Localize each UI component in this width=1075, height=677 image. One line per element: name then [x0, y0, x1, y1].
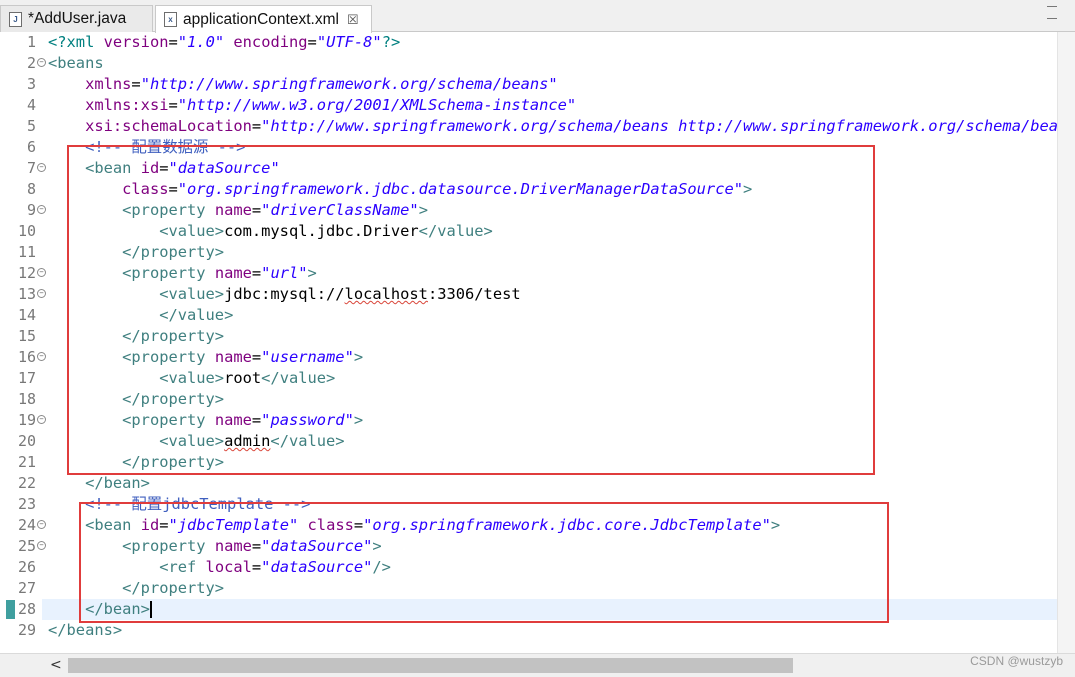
- fold-toggle-icon[interactable]: −: [37, 205, 46, 214]
- line-number: 2: [26, 54, 36, 72]
- line-number: 7: [26, 159, 36, 177]
- code-token: "UTF-8": [316, 33, 382, 51]
- code-text: xsi:schemaLocation="http://www.springfra…: [48, 116, 1057, 137]
- watermark: CSDN @wustzyb: [970, 654, 1063, 668]
- code-line[interactable]: 2− <beans: [0, 53, 1057, 74]
- code-token: =: [168, 33, 178, 51]
- code-line[interactable]: 1 <?xml version="1.0" encoding="UTF-8"?>: [0, 32, 1057, 53]
- line-number: 14: [17, 306, 36, 324]
- tab-adduser-java[interactable]: J *AddUser.java: [0, 5, 153, 32]
- tab-label: applicationContext.xml: [183, 10, 339, 28]
- code-token: xsi:schemaLocation: [85, 117, 252, 135]
- code-token: </beans>: [48, 621, 123, 639]
- code-token: "http://www.springframework.org/schema/b…: [261, 117, 1057, 135]
- line-number: 15: [17, 327, 36, 345]
- datasource-highlight-box: [67, 145, 875, 475]
- code-line[interactable]: 22 </bean>: [0, 473, 1057, 494]
- fold-toggle-icon[interactable]: −: [37, 415, 46, 424]
- horizontal-scrollbar[interactable]: <: [0, 653, 1075, 677]
- xml-file-icon: x: [164, 12, 177, 27]
- code-token: xmlns:xsi: [85, 96, 169, 114]
- code-token: "http://www.w3.org/2001/XMLSchema-instan…: [177, 96, 577, 114]
- code-text: </bean>: [48, 473, 150, 494]
- code-token: <beans: [48, 54, 104, 72]
- fold-toggle-icon[interactable]: −: [37, 268, 46, 277]
- line-number: 28: [17, 600, 36, 618]
- vertical-scrollbar[interactable]: [1057, 32, 1075, 653]
- code-token: xmlns: [85, 75, 132, 93]
- tab-label: *AddUser.java: [28, 10, 127, 27]
- code-text: </beans>: [48, 620, 122, 641]
- line-number: 3: [26, 75, 36, 93]
- line-number: 26: [17, 558, 36, 576]
- code-token: version: [103, 33, 169, 51]
- line-number: 25: [17, 537, 36, 555]
- line-number: 18: [17, 390, 36, 408]
- code-token: "http://www.springframework.org/schema/b…: [140, 75, 558, 93]
- minimize-maximize-icon[interactable]: [1047, 6, 1067, 30]
- code-token: ?>: [381, 33, 401, 51]
- fold-toggle-icon[interactable]: −: [37, 541, 46, 550]
- code-token: =: [168, 96, 178, 114]
- code-token: =: [251, 117, 262, 135]
- line-number: 27: [17, 579, 36, 597]
- line-number: 17: [17, 369, 36, 387]
- code-line[interactable]: 3 xmlns="http://www.springframework.org/…: [0, 74, 1057, 95]
- fold-toggle-icon[interactable]: −: [37, 289, 46, 298]
- code-line[interactable]: 4 xmlns:xsi="http://www.w3.org/2001/XMLS…: [0, 95, 1057, 116]
- code-token: encoding: [233, 33, 308, 51]
- line-number: 29: [17, 621, 36, 639]
- line-number: 10: [17, 222, 36, 240]
- jdbctemplate-highlight-box: [79, 502, 889, 623]
- line-number: 16: [17, 348, 36, 366]
- line-number: 9: [26, 201, 36, 219]
- line-number: 6: [26, 138, 36, 156]
- line-number: 4: [26, 96, 36, 114]
- line-number: 5: [26, 117, 36, 135]
- line-number: 8: [26, 180, 36, 198]
- code-text: xmlns="http://www.springframework.org/sc…: [48, 74, 558, 95]
- editor-tab-bar: J *AddUser.java x applicationContext.xml…: [0, 0, 1075, 33]
- code-line[interactable]: 5 xsi:schemaLocation="http://www.springf…: [0, 116, 1057, 137]
- code-token: <?xml: [48, 33, 104, 51]
- line-number: 21: [17, 453, 36, 471]
- line-number: 19: [17, 411, 36, 429]
- code-text: <?xml version="1.0" encoding="UTF-8"?>: [48, 32, 400, 53]
- line-number: 22: [17, 474, 36, 492]
- line-number: 1: [26, 33, 36, 51]
- fold-toggle-icon[interactable]: −: [37, 163, 46, 172]
- horizontal-scroll-thumb[interactable]: [68, 658, 793, 673]
- code-text: <beans: [48, 53, 104, 74]
- fold-toggle-icon[interactable]: −: [37, 520, 46, 529]
- line-number: 20: [17, 432, 36, 450]
- tab-application-context-xml[interactable]: x applicationContext.xml ☒: [155, 5, 372, 33]
- line-number: 24: [17, 516, 36, 534]
- fold-toggle-icon[interactable]: −: [37, 352, 46, 361]
- code-token: =: [307, 33, 317, 51]
- java-file-icon: J: [9, 11, 22, 27]
- close-icon[interactable]: ☒: [347, 12, 359, 28]
- code-token: "1.0": [177, 33, 225, 51]
- code-token: =: [131, 75, 141, 93]
- line-number: 12: [17, 264, 36, 282]
- fold-toggle-icon[interactable]: −: [37, 58, 46, 67]
- scroll-left-icon[interactable]: <: [50, 657, 62, 673]
- code-text: xmlns:xsi="http://www.w3.org/2001/XMLSch…: [48, 95, 576, 116]
- line-number: 13: [17, 285, 36, 303]
- code-line[interactable]: 29 </beans>: [0, 620, 1057, 641]
- line-number: 11: [17, 243, 36, 261]
- line-number: 23: [17, 495, 36, 513]
- code-token: </bean>: [85, 474, 150, 492]
